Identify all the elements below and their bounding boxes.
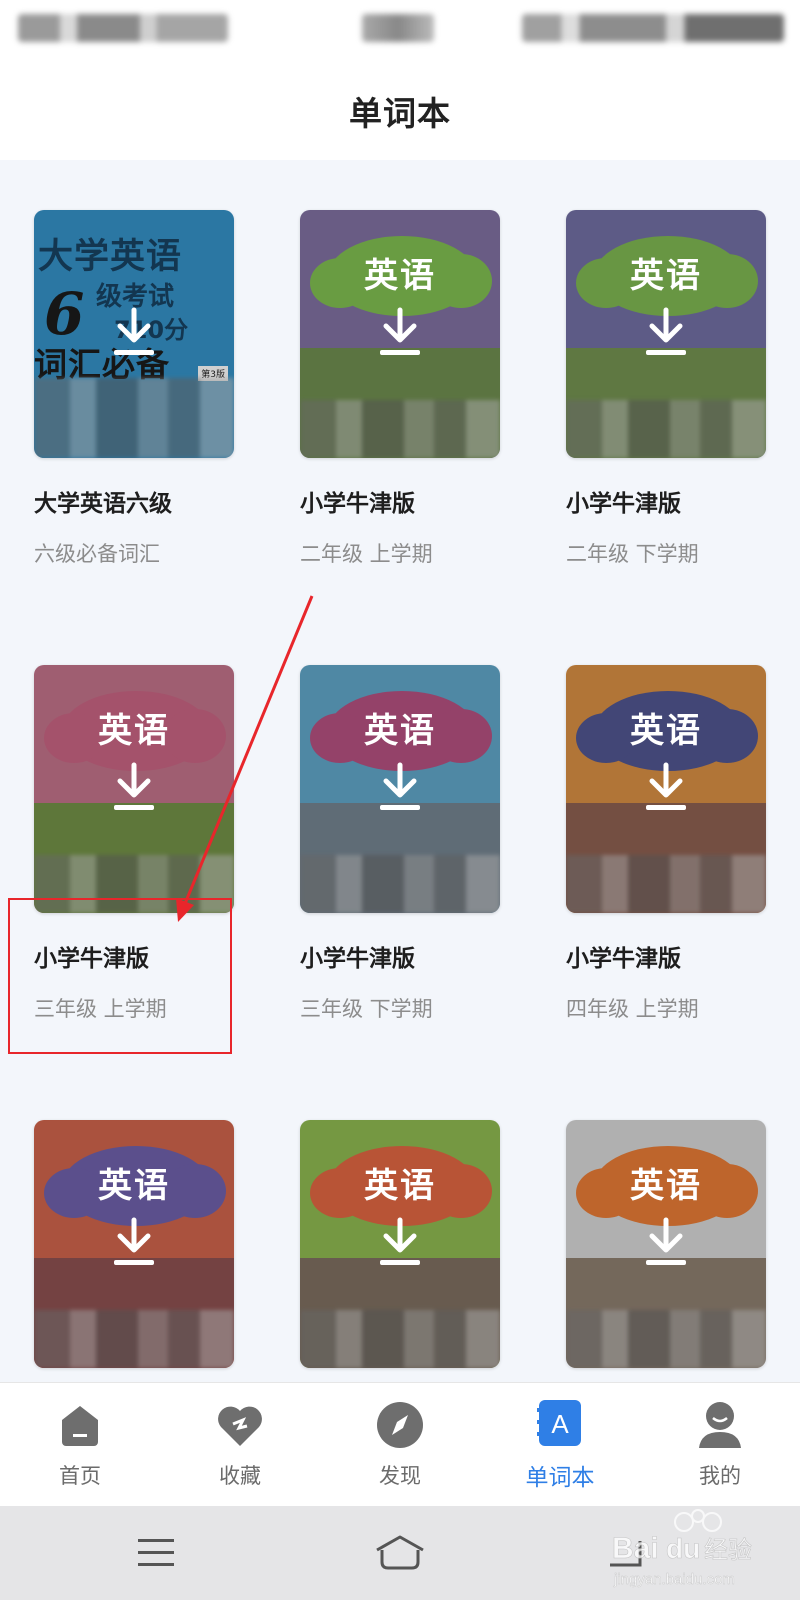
cover-title: 英语 (364, 1166, 436, 1206)
download-icon[interactable] (376, 306, 424, 358)
baidu-watermark-logo: Bai du 经验 jingyan.baidu.com (612, 1509, 752, 1588)
nav-label: 首页 (59, 1463, 101, 1488)
book-grid[interactable]: 大学英语 6 级考试 710分 词汇必备 第3版 大学英语六级 六级必备词汇 英… (0, 160, 800, 1382)
download-icon[interactable] (642, 1216, 690, 1268)
book-desc: 六级必备词汇 (34, 542, 160, 566)
book-desc: 四年级 上学期 (566, 997, 699, 1021)
nav-label: 发现 (379, 1463, 421, 1488)
book-name: 大学英语六级 (34, 491, 172, 517)
book-card[interactable]: 大学英语 6 级考试 710分 词汇必备 第3版 大学英语六级 六级必备词汇 (34, 210, 234, 665)
nav-wordbook[interactable]: A 单词本 (500, 1383, 620, 1506)
book-card[interactable]: 英语小学牛津版四年级 上学期 (566, 665, 766, 1120)
book-cover[interactable]: 英语 (300, 210, 500, 458)
book-cover[interactable]: 英语 (566, 1120, 766, 1368)
annotation-highlight-box (8, 898, 232, 1054)
cover-title: 英语 (98, 1166, 170, 1206)
book-cover[interactable]: 英语 (300, 1120, 500, 1368)
cover-title: 英语 (630, 711, 702, 751)
book-desc: 二年级 上学期 (300, 542, 433, 566)
book-name: 小学牛津版 (566, 946, 681, 972)
cover-title: 英语 (98, 711, 170, 751)
heart-icon (215, 1400, 265, 1450)
svg-text:du: du (666, 1533, 700, 1564)
book-cover[interactable]: 英语 (34, 1120, 234, 1368)
status-blur-left (18, 14, 228, 42)
app-header: 单词本 (0, 62, 800, 160)
svg-text:经验: 经验 (704, 1536, 752, 1564)
home-icon (55, 1400, 105, 1450)
cover-title: 英语 (364, 256, 436, 296)
nav-discover[interactable]: 发现 (340, 1383, 460, 1506)
status-blur-right (522, 14, 784, 42)
svg-text:A: A (551, 1409, 569, 1439)
download-icon[interactable] (110, 1216, 158, 1268)
book-cover[interactable]: 英语 (300, 665, 500, 913)
cover-title: 英语 (630, 256, 702, 296)
compass-icon (375, 1400, 425, 1450)
nav-profile[interactable]: 我的 (660, 1383, 780, 1506)
home-nav-icon[interactable] (370, 1528, 430, 1578)
book-card[interactable]: 英语小学牛津版二年级 下学期 (566, 210, 766, 665)
book-desc: 二年级 下学期 (566, 542, 699, 566)
download-icon[interactable] (110, 761, 158, 813)
download-icon[interactable] (642, 306, 690, 358)
page-title: 单词本 (349, 94, 451, 133)
book-name: 小学牛津版 (300, 491, 415, 517)
wordbook-icon: A (535, 1398, 585, 1448)
nav-label: 单词本 (525, 1464, 595, 1491)
menu-icon[interactable] (126, 1528, 186, 1578)
status-blur-clock (362, 14, 434, 42)
book-cover[interactable]: 大学英语 6 级考试 710分 词汇必备 第3版 (34, 210, 234, 458)
book-card[interactable]: 英语小学牛津版二年级 上学期 (300, 210, 500, 665)
download-icon[interactable] (642, 761, 690, 813)
nav-favorites[interactable]: 收藏 (180, 1383, 300, 1506)
status-bar (0, 0, 800, 62)
book-cover[interactable]: 英语 (566, 665, 766, 913)
book-cover[interactable]: 英语 (34, 665, 234, 913)
book-cover[interactable]: 英语 (566, 210, 766, 458)
cover-title: 英语 (364, 711, 436, 751)
cover-title: 英语 (630, 1166, 702, 1206)
book-desc: 三年级 下学期 (300, 997, 433, 1021)
book-name: 小学牛津版 (300, 946, 415, 972)
nav-home[interactable]: 首页 (20, 1383, 140, 1506)
book-card[interactable]: 英语 (300, 1120, 500, 1382)
book-card[interactable]: 英语 (34, 1120, 234, 1382)
book-name: 小学牛津版 (566, 491, 681, 517)
svg-text:jingyan.baidu.com: jingyan.baidu.com (613, 1571, 735, 1588)
download-icon[interactable] (376, 1216, 424, 1268)
download-icon[interactable] (376, 761, 424, 813)
bottom-nav: 首页 收藏 发现 A 单词本 我的 (0, 1382, 800, 1506)
book-card[interactable]: 英语 (566, 1120, 766, 1382)
nav-label: 我的 (699, 1463, 741, 1488)
profile-icon (695, 1400, 745, 1450)
book-card[interactable]: 英语小学牛津版三年级 下学期 (300, 665, 500, 1120)
nav-label: 收藏 (219, 1463, 261, 1488)
svg-text:Bai: Bai (612, 1532, 659, 1565)
download-icon[interactable] (110, 306, 158, 358)
